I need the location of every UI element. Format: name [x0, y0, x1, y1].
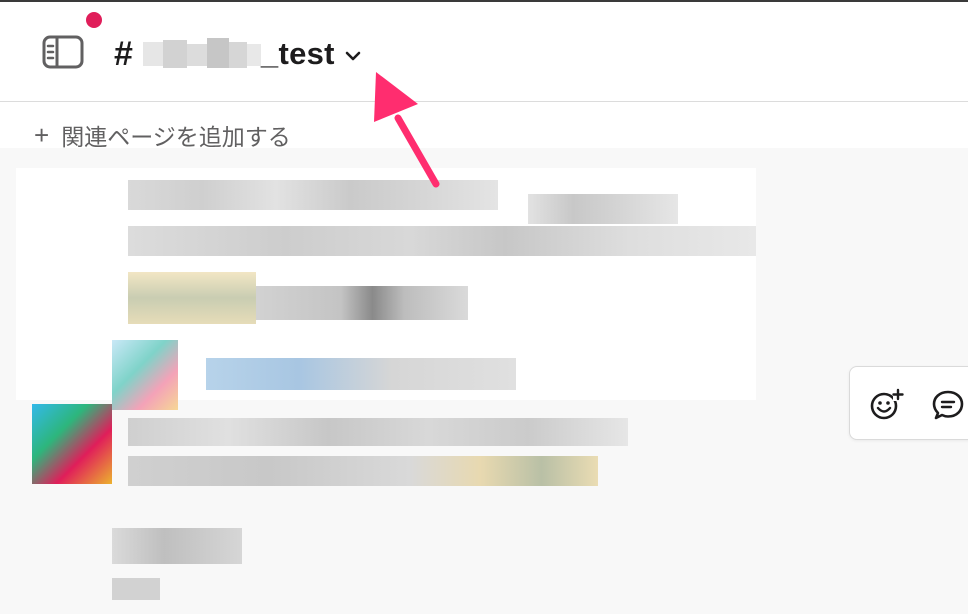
plus-icon: +	[34, 119, 50, 150]
message-text-redacted	[256, 286, 468, 320]
add-reaction-button[interactable]	[868, 387, 904, 423]
message-text-redacted	[528, 194, 678, 224]
notification-dot	[86, 12, 102, 28]
avatar-redacted	[32, 404, 112, 484]
message-text-redacted	[112, 528, 242, 564]
message-text-redacted	[112, 578, 160, 600]
message-text-redacted	[128, 180, 498, 210]
message-actions-toolbar	[849, 366, 968, 440]
channel-name: _test	[260, 36, 335, 71]
app-icon-redacted	[112, 340, 178, 410]
channel-name-redacted	[142, 34, 261, 74]
sidebar-toggle-icon	[42, 35, 84, 69]
reply-thread-button[interactable]	[930, 387, 966, 423]
sidebar-toggle-button[interactable]	[40, 32, 86, 72]
add-reaction-icon	[870, 388, 904, 420]
message-text-redacted	[206, 358, 516, 390]
add-bookmark-button[interactable]: + 関連ページを追加する	[34, 118, 291, 152]
channel-name-button[interactable]: # _test	[114, 32, 361, 76]
add-bookmark-label: 関連ページを追加する	[61, 124, 291, 150]
message-text-redacted	[128, 226, 756, 256]
message-item[interactable]	[16, 168, 756, 410]
message-text-redacted	[128, 456, 598, 486]
message-text-redacted	[128, 418, 628, 446]
attachment-redacted	[128, 272, 256, 324]
chevron-down-icon	[345, 51, 361, 61]
reply-in-thread-icon	[932, 390, 964, 420]
channel-hash-icon: #	[114, 34, 133, 73]
message-list	[0, 148, 968, 614]
